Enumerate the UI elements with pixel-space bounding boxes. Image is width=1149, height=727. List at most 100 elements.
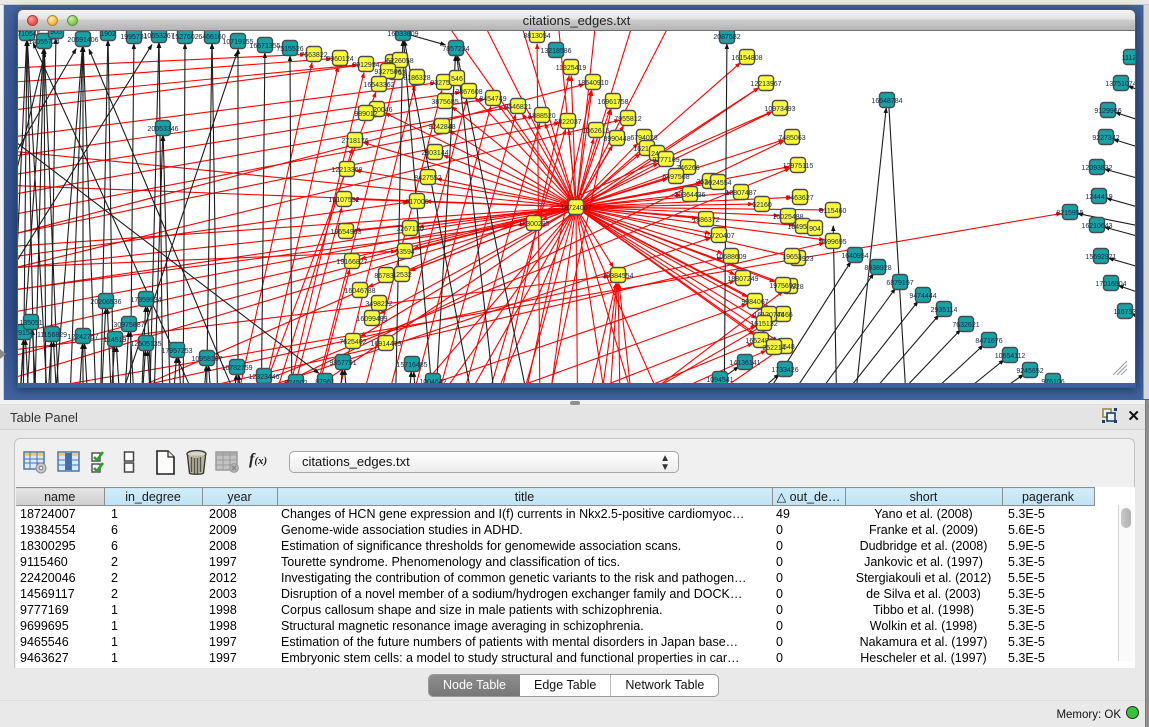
svg-text:12213967: 12213967 [750,81,781,88]
svg-text:39154: 39154 [18,330,34,337]
svg-text:9084067: 9084067 [741,299,768,306]
svg-text:546: 546 [451,76,463,83]
svg-text:16648784: 16648784 [871,98,902,105]
svg-text:617006: 617006 [405,199,428,206]
svg-text:8912954: 8912954 [352,62,379,69]
svg-text:10654112: 10654112 [995,353,1026,360]
svg-text:1615132: 1615132 [750,321,777,328]
svg-text:62160: 62160 [752,202,772,209]
svg-text:7955812: 7955812 [614,116,641,123]
svg-text:18640910: 18640910 [577,80,608,87]
svg-text:8938928: 8938928 [864,265,891,272]
svg-text:20364436: 20364436 [674,192,705,199]
svg-text:8990448: 8990448 [603,136,630,143]
svg-text:1902: 1902 [100,31,116,38]
svg-text:2867608: 2867608 [455,89,482,96]
svg-text:12093832: 12093832 [1081,165,1112,172]
svg-text:2087682: 2087682 [713,34,740,41]
svg-text:1886372: 1886372 [692,217,719,224]
svg-text:16154808: 16154808 [731,55,762,62]
svg-text:16782759: 16782759 [221,365,252,372]
svg-text:1888520: 1888520 [528,113,555,120]
svg-text:7663822: 7663822 [300,52,327,59]
svg-text:6879197: 6879197 [886,280,913,287]
svg-text:12213369: 12213369 [331,167,362,174]
svg-text:15720407: 15720407 [703,233,734,240]
svg-text:53594: 53594 [395,249,415,256]
svg-text:11126: 11126 [1122,55,1135,62]
svg-text:16099489: 16099489 [356,316,387,323]
svg-text:3498222: 3498222 [365,301,392,308]
svg-text:16046788: 16046788 [344,288,375,295]
svg-text:9857791: 9857791 [329,360,356,367]
svg-text:9115460: 9115460 [820,208,847,215]
svg-text:1362615: 1362615 [582,128,609,135]
svg-text:6497568: 6497568 [662,174,689,181]
svg-text:10973493: 10973493 [764,106,795,113]
svg-text:904: 904 [809,226,821,233]
svg-text:135051: 135051 [19,320,42,327]
svg-text:14055724: 14055724 [28,39,59,46]
svg-text:19653: 19653 [782,254,802,261]
svg-text:19654983: 19654983 [330,229,361,236]
svg-text:114519: 114519 [104,337,127,344]
svg-text:18724007: 18724007 [560,205,591,212]
svg-text:9227342: 9227342 [1092,135,1119,142]
svg-text:16914479: 16914479 [370,341,401,348]
svg-text:12505135: 12505135 [130,341,161,348]
svg-text:8427552: 8427552 [414,175,441,182]
svg-text:12323446: 12323446 [248,374,279,381]
svg-text:905: 905 [50,31,62,36]
svg-text:13218586: 13218586 [540,48,571,55]
svg-text:16033809: 16033809 [387,31,418,38]
svg-text:7857224: 7857224 [442,46,469,53]
svg-text:15692971: 15692971 [1085,254,1116,261]
svg-text:1527602: 1527602 [171,34,198,41]
svg-text:1004642: 1004642 [419,379,446,383]
svg-text:1975692: 1975692 [769,283,796,290]
svg-text:19166827: 19166827 [336,259,367,266]
svg-text:10958107: 10958107 [191,356,222,363]
svg-text:976106: 976106 [1041,379,1064,383]
svg-text:87961: 87961 [315,379,335,383]
svg-text:15716485: 15716485 [396,362,427,369]
svg-text:17957253: 17957253 [161,348,192,355]
svg-text:11156829: 11156829 [37,332,67,339]
svg-text:7632621: 7632621 [952,322,979,329]
svg-text:924502: 924502 [284,380,307,383]
svg-text:7625402: 7625402 [339,339,366,346]
svg-text:10807487: 10807487 [725,190,756,197]
svg-text:14136141: 14136141 [729,360,760,367]
svg-text:12242757: 12242757 [67,334,98,341]
svg-text:20691406: 20691406 [67,37,98,44]
svg-text:7485063: 7485063 [778,135,805,142]
svg-text:11325419: 11325419 [556,65,587,72]
svg-text:20053346: 20053346 [147,126,178,133]
svg-text:18300295: 18300295 [518,221,549,228]
svg-text:2803144: 2803144 [421,150,448,157]
svg-text:9129966: 9129966 [1094,108,1121,115]
svg-text:9546821: 9546821 [504,104,531,111]
svg-text:1640954: 1640954 [841,253,868,260]
svg-text:3267130: 3267130 [396,226,423,233]
svg-text:3875685: 3875685 [431,99,458,106]
svg-text:16107552: 16107552 [328,197,359,204]
svg-text:8454749: 8454749 [479,96,506,103]
svg-text:16961758: 16961758 [597,99,628,106]
svg-text:18807249: 18807249 [727,276,758,283]
svg-text:9245652: 9245652 [1016,368,1043,375]
svg-text:9699695: 9699695 [819,239,846,246]
svg-text:12975115: 12975115 [783,163,814,170]
svg-text:10653267: 10653267 [143,33,174,40]
svg-text:8813054: 8813054 [523,33,550,40]
svg-text:12532: 12532 [392,272,412,279]
svg-text:30975887: 30975887 [113,322,144,329]
svg-text:10688609: 10688609 [715,254,746,261]
svg-text:3024554: 3024554 [704,180,731,187]
svg-text:5822037: 5822037 [554,119,581,126]
svg-text:1244419: 1244419 [1085,194,1112,201]
svg-text:9960124: 9960124 [326,56,353,63]
svg-text:17016504: 17016504 [1095,281,1126,288]
svg-text:9242848: 9242848 [428,124,455,131]
svg-text:16210643: 16210643 [1081,223,1112,230]
